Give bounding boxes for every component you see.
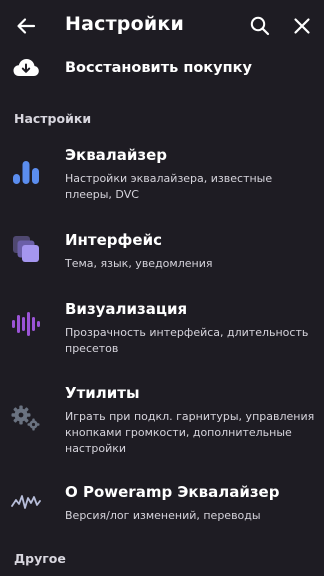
app-bar: Настройки bbox=[0, 0, 324, 52]
back-arrow-icon[interactable] bbox=[14, 14, 38, 38]
item-subtitle-equalizer: Настройки эквалайзера, известные плееры,… bbox=[65, 172, 273, 201]
restore-purchase-row[interactable]: Восстановить покупку bbox=[0, 52, 324, 88]
section-header-settings: Настройки bbox=[14, 111, 92, 126]
restore-purchase-label: Восстановить покупку bbox=[65, 60, 252, 76]
item-title-visualization: Визуализация bbox=[65, 300, 188, 318]
cloud-download-icon bbox=[12, 56, 40, 80]
item-subtitle-about: Версия/лог изменений, переводы bbox=[65, 509, 261, 522]
waveform-icon bbox=[11, 486, 41, 516]
item-subtitle-utilities: Играть при подкл. гарнитуры, управления … bbox=[65, 410, 315, 455]
close-icon[interactable] bbox=[290, 14, 314, 38]
item-title-about: О Poweramp Эквалайзер bbox=[65, 483, 280, 501]
search-icon[interactable] bbox=[248, 14, 272, 38]
list-item-equalizer[interactable]: Эквалайзер Настройки эквалайзера, извест… bbox=[0, 146, 324, 201]
interface-icon bbox=[11, 234, 41, 264]
item-subtitle-interface: Тема, язык, уведомления bbox=[65, 257, 213, 270]
list-item-utilities[interactable]: Утилиты Играть при подкл. гарнитуры, упр… bbox=[0, 384, 324, 455]
list-item-about[interactable]: О Poweramp Эквалайзер Версия/лог изменен… bbox=[0, 483, 324, 523]
equalizer-icon bbox=[11, 158, 41, 188]
page-title: Настройки bbox=[65, 13, 184, 35]
item-title-interface: Интерфейс bbox=[65, 231, 162, 249]
visualization-icon bbox=[11, 309, 41, 339]
item-title-equalizer: Эквалайзер bbox=[65, 146, 168, 164]
list-item-interface[interactable]: Интерфейс Тема, язык, уведомления bbox=[0, 231, 324, 271]
list-item-visualization[interactable]: Визуализация Прозрачность интерфейса, дл… bbox=[0, 300, 324, 355]
section-header-other: Другое bbox=[14, 551, 66, 566]
item-title-utilities: Утилиты bbox=[65, 384, 140, 402]
gears-icon bbox=[11, 403, 41, 433]
item-subtitle-visualization: Прозрачность интерфейса, длительность пр… bbox=[65, 326, 309, 355]
